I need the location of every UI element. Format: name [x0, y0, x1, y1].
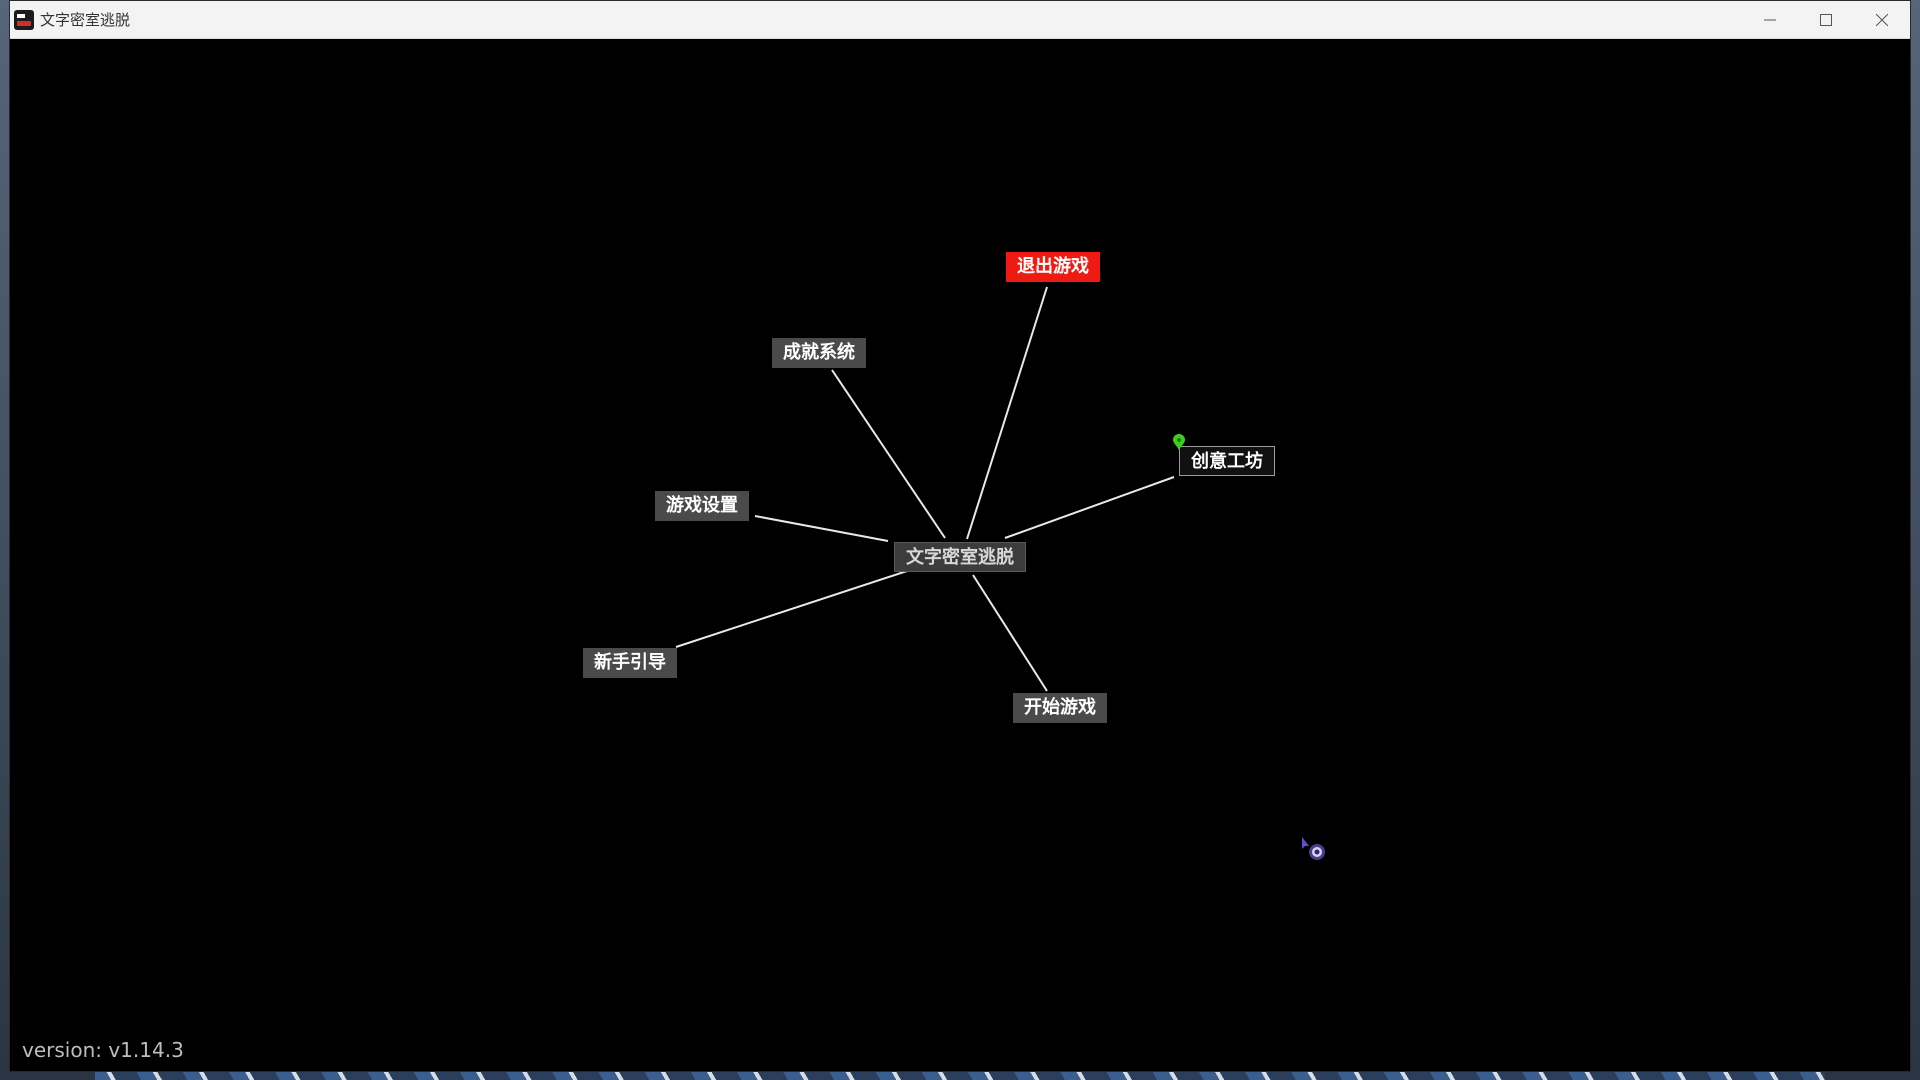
- minimize-button[interactable]: [1742, 1, 1798, 39]
- menu-link-line: [972, 574, 1048, 692]
- minimize-icon: [1764, 19, 1776, 21]
- menu-link-line: [754, 515, 889, 542]
- workshop-button[interactable]: 创意工坊: [1179, 446, 1275, 476]
- achievements-button[interactable]: 成就系统: [772, 338, 866, 368]
- green-pin-icon: [1173, 434, 1185, 450]
- menu-link-line: [1004, 476, 1175, 539]
- close-button[interactable]: [1854, 1, 1910, 39]
- version-label: version: v1.14.3: [22, 1038, 184, 1062]
- mouse-cursor-icon: [1302, 837, 1325, 860]
- maximize-icon: [1820, 14, 1832, 26]
- title-bar[interactable]: 文字密室逃脱: [10, 1, 1910, 39]
- window-title: 文字密室逃脱: [40, 11, 131, 29]
- center-node-game-title: 文字密室逃脱: [894, 542, 1026, 572]
- menu-link-line: [966, 286, 1048, 540]
- exit-game-button[interactable]: 退出游戏: [1006, 252, 1100, 282]
- maximize-button[interactable]: [1798, 1, 1854, 39]
- start-game-button[interactable]: 开始游戏: [1013, 693, 1107, 723]
- menu-link-line: [831, 369, 946, 539]
- close-icon: [1876, 14, 1888, 26]
- menu-link-line: [675, 570, 908, 648]
- app-window: 文字密室逃脱 文字密室逃脱 退出游戏 成就系统 创意工坊 游戏设置 新手引导 开…: [9, 0, 1911, 1072]
- game-viewport[interactable]: 文字密室逃脱 退出游戏 成就系统 创意工坊 游戏设置 新手引导 开始游戏 ver…: [10, 39, 1910, 1071]
- settings-button[interactable]: 游戏设置: [655, 491, 749, 521]
- app-icon: [14, 10, 34, 30]
- tutorial-button[interactable]: 新手引导: [583, 648, 677, 678]
